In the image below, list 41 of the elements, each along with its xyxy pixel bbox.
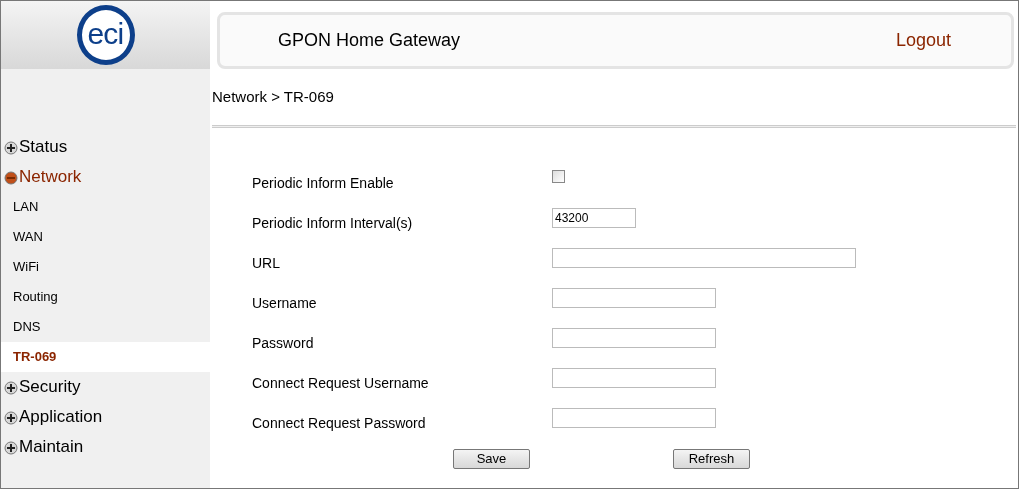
submenu-item[interactable]: WiFi bbox=[1, 252, 210, 282]
menu-label[interactable]: Maintain bbox=[19, 434, 84, 460]
breadcrumb: Network > TR-069 bbox=[211, 87, 335, 107]
field-label: Connect Request Username bbox=[252, 374, 430, 393]
logout-link[interactable]: Logout bbox=[895, 27, 951, 54]
field-label: Username bbox=[252, 294, 318, 313]
menu-item[interactable]: Maintain bbox=[1, 432, 210, 462]
expand-icon[interactable] bbox=[4, 381, 18, 395]
checkbox[interactable] bbox=[552, 170, 565, 183]
submenu-item[interactable]: Routing bbox=[1, 282, 210, 312]
field-label: Password bbox=[252, 334, 315, 353]
menu-label[interactable]: Status bbox=[19, 134, 68, 160]
header-title: GPON Home Gateway bbox=[278, 29, 461, 52]
input-field[interactable]: 43200 bbox=[552, 207, 636, 228]
form-button[interactable]: Save bbox=[453, 448, 530, 469]
field-label: Periodic Inform Interval(s) bbox=[252, 214, 414, 233]
expand-icon[interactable] bbox=[4, 141, 18, 155]
input-field[interactable] bbox=[552, 407, 716, 428]
field-label: Periodic Inform Enable bbox=[252, 174, 395, 193]
submenu-item[interactable]: DNS bbox=[1, 312, 210, 342]
menu-label[interactable]: Application bbox=[19, 404, 103, 430]
menu-item[interactable]: Status bbox=[1, 132, 210, 162]
logo: eci bbox=[76, 5, 135, 65]
menu-item[interactable]: Application bbox=[1, 402, 210, 432]
menu-label[interactable]: Network bbox=[19, 164, 82, 190]
submenu-item[interactable]: LAN bbox=[1, 192, 210, 222]
expand-icon[interactable] bbox=[4, 411, 18, 425]
input-field[interactable] bbox=[552, 287, 716, 308]
menu-label[interactable]: Security bbox=[19, 374, 81, 400]
menu-item[interactable]: Network bbox=[1, 162, 210, 192]
input-field[interactable] bbox=[552, 327, 716, 348]
field-label: Connect Request Password bbox=[252, 414, 427, 433]
field-label: URL bbox=[252, 254, 281, 273]
input-field[interactable] bbox=[552, 247, 856, 268]
submenu-item[interactable]: WAN bbox=[1, 222, 210, 252]
menu-item[interactable]: Security bbox=[1, 372, 210, 402]
expand-icon[interactable] bbox=[4, 441, 18, 455]
form-button[interactable]: Refresh bbox=[673, 448, 750, 469]
collapse-icon[interactable] bbox=[4, 171, 18, 185]
submenu-item[interactable]: TR-069 bbox=[1, 342, 210, 372]
input-field[interactable] bbox=[552, 367, 716, 388]
